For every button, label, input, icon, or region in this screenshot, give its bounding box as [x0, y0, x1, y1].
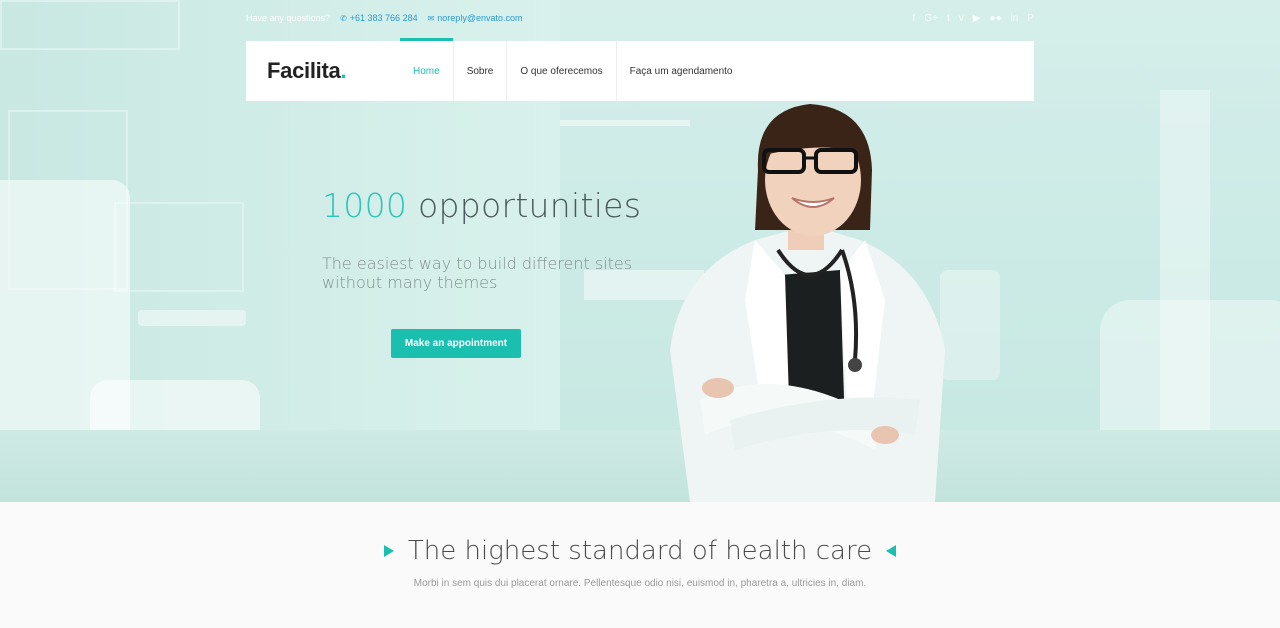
feature-section: The highest standard of health care Morb…	[0, 502, 1280, 628]
top-contact-bar: Have any questions? ✆ +61 383 766 284 ✉ no…	[246, 13, 1034, 29]
youtube-icon[interactable]: ▶	[973, 13, 981, 24]
question-text: Have any questions?	[246, 13, 331, 23]
phone-number: +61 383 766 284	[349, 13, 418, 23]
social-links: f G+ t v ▶ ●● in P	[913, 13, 1034, 24]
headline-rest: opportunities	[407, 186, 642, 225]
hero-section: Have any questions? ✆ +61 383 766 284 ✉ no…	[0, 0, 1280, 502]
hero-subtitle: The easiest way to build different sites…	[322, 254, 632, 292]
linkedin-icon[interactable]: in	[1011, 13, 1019, 24]
triangle-right-icon	[383, 545, 394, 557]
facebook-icon[interactable]: f	[913, 13, 916, 24]
nav-item-home[interactable]: Home	[400, 38, 453, 101]
subtitle-line-1: The easiest way to build different sites	[322, 254, 633, 273]
logo-text: Facilita	[267, 58, 341, 83]
email-link[interactable]: ✉ noreply@envato.com	[428, 13, 523, 23]
phone-icon: ✆	[340, 14, 347, 23]
nav-item-o-que-oferecemos[interactable]: O que oferecemos	[506, 41, 615, 101]
nav-item-agendamento[interactable]: Faça um agendamento	[615, 41, 746, 101]
twitter-icon[interactable]: t	[947, 13, 950, 24]
envelope-icon: ✉	[427, 14, 435, 23]
section-description: Morbi in sem quis dui placerat ornare. P…	[413, 578, 867, 589]
logo-dot: .	[340, 58, 347, 83]
make-appointment-button[interactable]: Make an appointment	[391, 329, 521, 358]
main-navbar: Facilita. Home Sobre O que oferecemos Fa…	[246, 38, 1034, 101]
doctor-image	[670, 104, 945, 502]
phone-link[interactable]: ✆ +61 383 766 284	[340, 13, 418, 23]
nav-item-sobre[interactable]: Sobre	[452, 41, 507, 101]
section-title: The highest standard of health care	[407, 536, 873, 566]
site-logo[interactable]: Facilita.	[267, 58, 347, 84]
triangle-left-icon	[886, 545, 897, 557]
vimeo-icon[interactable]: v	[959, 13, 964, 24]
nav-menu: Home Sobre O que oferecemos Faça um agen…	[400, 38, 746, 101]
subtitle-line-2: without many themes	[322, 273, 498, 292]
google-plus-icon[interactable]: G+	[924, 13, 938, 24]
flickr-icon[interactable]: ●●	[989, 13, 1001, 24]
section-title-row: The highest standard of health care	[0, 536, 1280, 566]
hero-headline: 1000 opportunities	[322, 186, 641, 225]
headline-highlight: 1000	[322, 186, 408, 225]
email-address: noreply@envato.com	[437, 13, 523, 23]
pinterest-icon[interactable]: P	[1027, 13, 1034, 24]
